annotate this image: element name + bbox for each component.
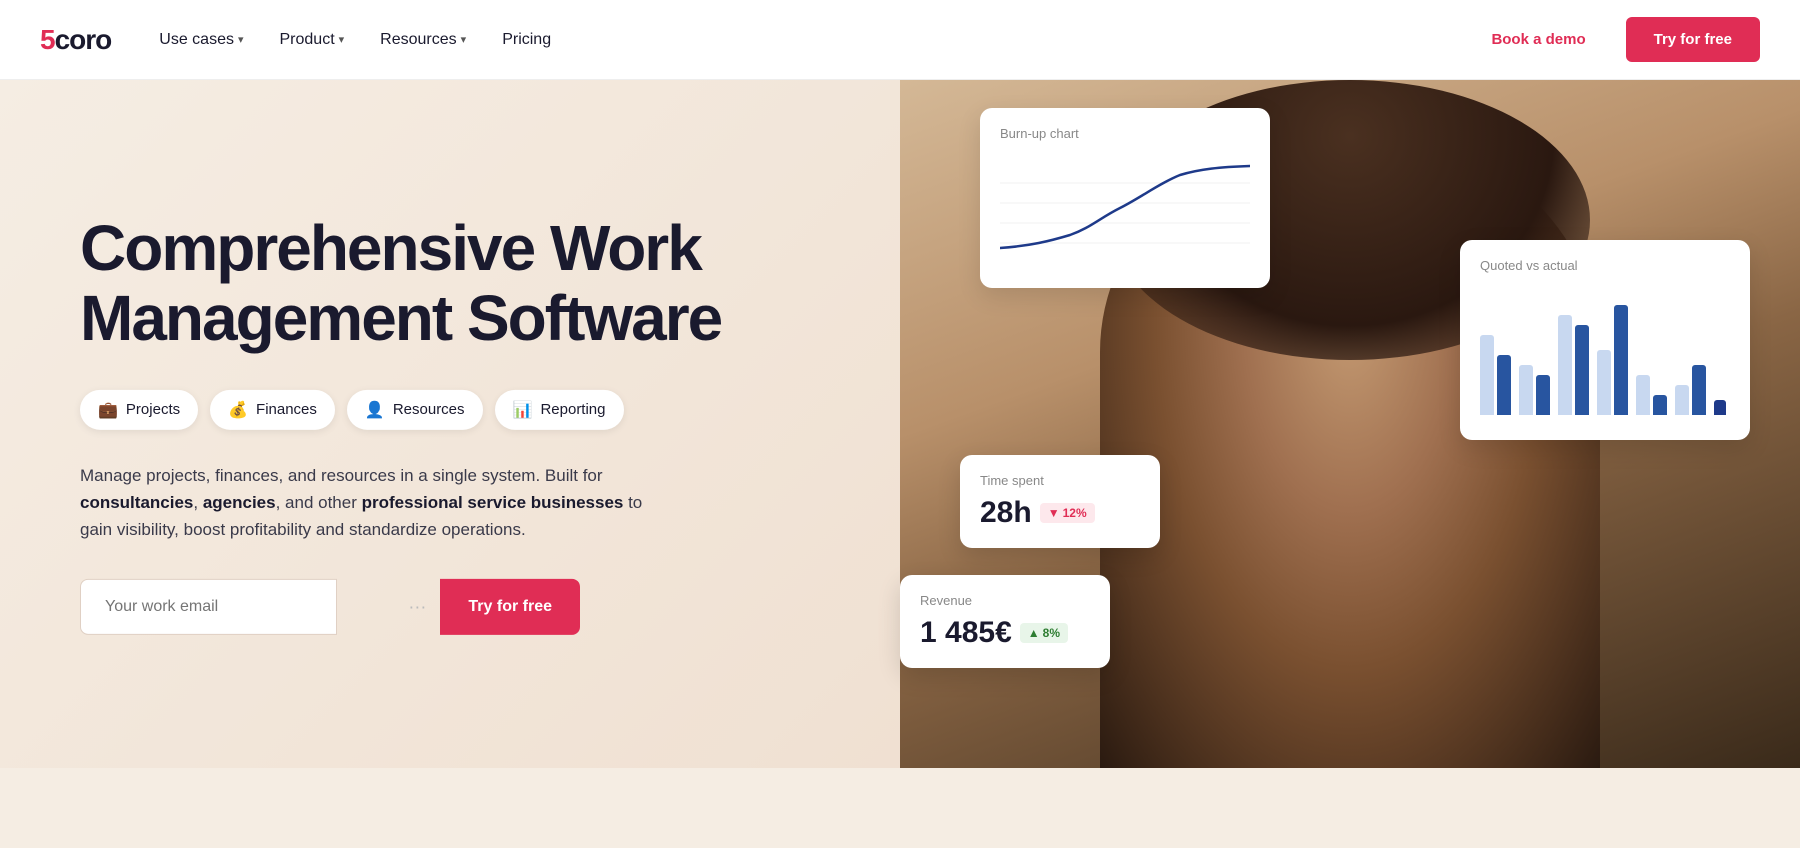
revenue-label: Revenue bbox=[920, 593, 1090, 608]
email-input[interactable] bbox=[80, 579, 337, 635]
revenue-value: 1 485€ ▲ 8% bbox=[920, 616, 1090, 650]
bar-quoted-5 bbox=[1636, 375, 1650, 415]
hero-left: Comprehensive Work Management Software 💼… bbox=[80, 213, 760, 635]
bar-group-5 bbox=[1636, 375, 1667, 415]
bar-actual-1 bbox=[1497, 355, 1511, 415]
bar-quoted-1 bbox=[1480, 335, 1494, 415]
email-form: ··· Try for free bbox=[80, 579, 580, 635]
bar-actual-3 bbox=[1575, 325, 1589, 415]
bar-quoted-2 bbox=[1519, 365, 1533, 415]
pill-resources[interactable]: 👤 Resources bbox=[347, 390, 483, 430]
email-input-wrap: ··· bbox=[80, 579, 440, 635]
chevron-down-icon: ▾ bbox=[339, 33, 345, 46]
bar-group-7 bbox=[1714, 400, 1726, 415]
time-spent-value: 28h ▼ 12% bbox=[980, 496, 1140, 530]
bar-group-1 bbox=[1480, 335, 1511, 415]
hero-description: Manage projects, finances, and resources… bbox=[80, 462, 660, 544]
bar-chart bbox=[1480, 285, 1730, 415]
hero-section: Comprehensive Work Management Software 💼… bbox=[0, 80, 1800, 768]
burnup-chart-svg bbox=[1000, 153, 1250, 273]
burnup-card-title: Burn-up chart bbox=[1000, 126, 1250, 141]
nav-item-product[interactable]: Product ▾ bbox=[280, 31, 345, 49]
bar-group-3 bbox=[1558, 315, 1589, 415]
bar-actual-6 bbox=[1692, 365, 1706, 415]
bar-quoted-4 bbox=[1597, 350, 1611, 415]
nav-item-usecases[interactable]: Use cases ▾ bbox=[159, 31, 243, 49]
money-icon: 💰 bbox=[228, 400, 248, 420]
nav-links: Use cases ▾ Product ▾ Resources ▾ Pricin… bbox=[159, 31, 1471, 49]
quoted-actual-card: Quoted vs actual bbox=[1460, 240, 1750, 440]
burnup-chart-card: Burn-up chart bbox=[980, 108, 1270, 288]
hero-title: Comprehensive Work Management Software bbox=[80, 213, 760, 354]
book-demo-button[interactable]: Book a demo bbox=[1471, 21, 1605, 58]
chevron-down-icon: ▾ bbox=[461, 33, 467, 46]
bar-actual-4 bbox=[1614, 305, 1628, 415]
burnup-chart-area bbox=[1000, 153, 1250, 273]
bar-quoted-6 bbox=[1675, 385, 1689, 415]
hero-right: Burn-up chart Quoted vs actual bbox=[900, 80, 1800, 768]
chevron-down-icon: ▾ bbox=[238, 33, 244, 46]
bar-group-2 bbox=[1519, 365, 1550, 415]
pill-finances[interactable]: 💰 Finances bbox=[210, 390, 335, 430]
bar-group-6 bbox=[1675, 365, 1706, 415]
chart-icon: 📊 bbox=[513, 400, 533, 420]
logo[interactable]: 5coro bbox=[40, 24, 111, 56]
feature-pills: 💼 Projects 💰 Finances 👤 Resources 📊 Repo… bbox=[80, 390, 760, 430]
try-free-form-button[interactable]: Try for free bbox=[440, 579, 580, 635]
nav-item-resources[interactable]: Resources ▾ bbox=[380, 31, 466, 49]
bar-actual-5 bbox=[1653, 395, 1667, 415]
time-spent-badge: ▼ 12% bbox=[1040, 503, 1095, 523]
people-icon: 👤 bbox=[365, 400, 385, 420]
bar-quoted-3 bbox=[1558, 315, 1572, 415]
logo-text: 5coro bbox=[40, 24, 111, 56]
try-for-free-button[interactable]: Try for free bbox=[1626, 17, 1760, 62]
nav-right: Book a demo Try for free bbox=[1471, 17, 1760, 62]
time-spent-label: Time spent bbox=[980, 473, 1140, 488]
navbar: 5coro Use cases ▾ Product ▾ Resources ▾ … bbox=[0, 0, 1800, 80]
nav-item-pricing[interactable]: Pricing bbox=[502, 31, 551, 49]
revenue-badge: ▲ 8% bbox=[1020, 623, 1068, 643]
bar-actual-2 bbox=[1536, 375, 1550, 415]
briefcase-icon: 💼 bbox=[98, 400, 118, 420]
pill-projects[interactable]: 💼 Projects bbox=[80, 390, 198, 430]
pill-reporting[interactable]: 📊 Reporting bbox=[495, 390, 624, 430]
revenue-card: Revenue 1 485€ ▲ 8% bbox=[900, 575, 1110, 668]
up-arrow-icon: ▲ bbox=[1028, 626, 1040, 640]
time-spent-card: Time spent 28h ▼ 12% bbox=[960, 455, 1160, 548]
down-arrow-icon: ▼ bbox=[1048, 506, 1060, 520]
dots-icon: ··· bbox=[408, 597, 426, 618]
quoted-card-title: Quoted vs actual bbox=[1480, 258, 1730, 273]
bar-actual-7 bbox=[1714, 400, 1726, 415]
bar-group-4 bbox=[1597, 305, 1628, 415]
